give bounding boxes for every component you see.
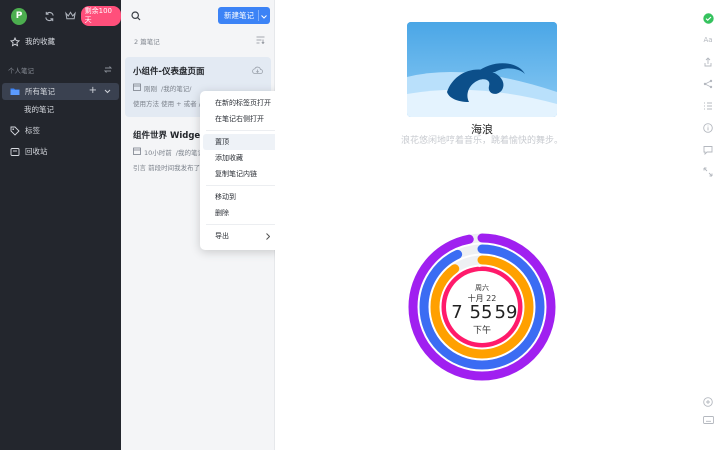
vip-days-badge[interactable]: 剩余100天 [80,6,121,26]
sidebar-item-trash[interactable]: 回收站 [0,142,121,161]
menu-item-add-favorite[interactable]: 添加收藏 [203,150,278,166]
clock-second: 59 [495,302,518,323]
sidebar-item-label: 所有笔记 [25,87,55,96]
keyboard-icon[interactable] [702,414,714,426]
clock-rings: 周六 十月 22 7 55 59 下午 [408,233,556,381]
add-icon[interactable]: + [89,86,97,96]
menu-item-copy-link[interactable]: 复制笔记内链 [203,166,278,182]
right-toolbar: Aa [697,0,720,450]
comment-icon[interactable] [702,144,714,156]
sidebar-item-tags[interactable]: 标签 [0,121,121,140]
add-circle-icon[interactable] [702,396,714,408]
menu-divider [206,185,275,186]
tag-icon [10,126,20,136]
menu-item-move[interactable]: 移动到 [203,189,278,205]
clock-hour: 7 [451,302,462,323]
menu-item-pin[interactable]: 置顶 [203,134,278,150]
menu-item-export[interactable]: 导出 [203,228,278,244]
sidebar-item-my-notes[interactable]: 我的笔记 [0,100,121,119]
sync-icon[interactable] [44,10,55,22]
new-note-button[interactable]: 新建笔记 [218,7,270,24]
sidebar: P 剩余100天 我的收藏 个人笔记 所有笔记 + 我的笔记 标签 回收站 [0,0,121,450]
outline-icon[interactable] [702,100,714,112]
sidebar-item-label: 标签 [25,126,40,135]
sidebar-item-label: 我的笔记 [24,105,54,114]
share-icon[interactable] [702,56,714,68]
calendar-icon [133,147,141,157]
cloud-icon [252,66,263,76]
sidebar-header: P 剩余100天 [0,0,121,32]
chevron-down-icon[interactable] [104,87,111,96]
note-list-toolbar: 新建笔记 [121,0,274,32]
folder-icon [10,87,20,97]
star-icon [10,36,20,47]
switch-icon[interactable] [103,66,113,75]
info-icon[interactable] [702,122,714,134]
font-style-icon[interactable]: Aa [702,34,714,46]
new-note-label: 新建笔记 [224,11,254,20]
menu-item-label: 导出 [215,232,229,240]
sync-status-icon[interactable] [702,12,714,24]
note-time: 10小时前 [144,149,172,157]
trash-icon [10,147,20,157]
menu-item-open-right[interactable]: 在笔记右侧打开 [203,111,278,127]
section-label: 个人笔记 [8,67,34,75]
expand-icon[interactable] [702,166,714,178]
clock-minute: 55 [470,302,493,323]
note-path: /我的笔记/ [161,85,192,93]
mindmap-icon[interactable] [702,78,714,90]
menu-divider [206,130,275,131]
avatar[interactable]: P [11,7,28,25]
sidebar-section-personal: 个人笔记 [0,61,121,79]
note-title: 小组件-仪表盘页面 [133,67,205,77]
sidebar-item-label: 回收站 [25,147,48,156]
chevron-right-icon [266,233,271,242]
wave-illustration [407,22,557,117]
menu-item-open-new-tab[interactable]: 在新的标签页打开 [203,95,278,111]
note-context-menu: 在新的标签页打开 在笔记右侧打开 置顶 添加收藏 复制笔记内链 移动到 删除 导… [200,91,281,250]
menu-item-delete[interactable]: 删除 [203,205,278,221]
wave-widget-image[interactable] [407,22,557,117]
sidebar-item-all-notes[interactable]: 所有笔记 + [2,83,119,100]
button-divider [258,10,259,21]
calendar-icon [133,83,141,93]
chevron-down-icon[interactable] [261,12,267,21]
search-icon[interactable] [131,11,141,23]
crown-icon[interactable] [65,10,77,22]
clock-weekday: 周六 [475,283,489,292]
clock-period: 下午 [473,324,491,336]
editor-area: 海浪 浪花悠闲地哼着音乐，跳着愉快的舞步。 周六 十月 22 7 55 59 下… [275,0,697,450]
menu-divider [206,224,275,225]
sidebar-item-favorites[interactable]: 我的收藏 [0,32,121,51]
sort-icon[interactable] [256,36,265,46]
note-count: 2 篇笔记 [134,38,160,46]
wave-widget-description: 浪花悠闲地哼着音乐，跳着愉快的舞步。 [400,136,563,146]
sidebar-item-label: 我的收藏 [25,37,55,46]
clock-widget[interactable]: 周六 十月 22 7 55 59 下午 [407,232,557,382]
note-time: 刚刚 [144,85,157,93]
